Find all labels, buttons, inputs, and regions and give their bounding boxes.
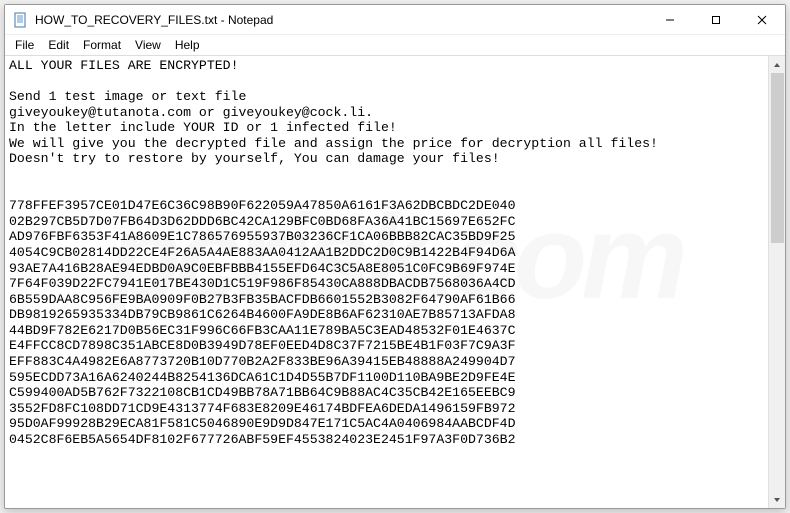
- menu-view[interactable]: View: [129, 37, 167, 53]
- menubar: File Edit Format View Help: [5, 35, 785, 55]
- scroll-up-button[interactable]: [769, 56, 785, 73]
- menu-edit[interactable]: Edit: [42, 37, 75, 53]
- window-controls: [647, 5, 785, 34]
- menu-format[interactable]: Format: [77, 37, 127, 53]
- scroll-thumb[interactable]: [771, 73, 784, 243]
- maximize-button[interactable]: [693, 5, 739, 34]
- text-content[interactable]: ALL YOUR FILES ARE ENCRYPTED! Send 1 tes…: [5, 56, 768, 508]
- vertical-scrollbar[interactable]: [768, 56, 785, 508]
- editor-area: ALL YOUR FILES ARE ENCRYPTED! Send 1 tes…: [5, 55, 785, 508]
- menu-help[interactable]: Help: [169, 37, 206, 53]
- scroll-down-button[interactable]: [769, 491, 785, 508]
- notepad-icon: [13, 12, 29, 28]
- titlebar: HOW_TO_RECOVERY_FILES.txt - Notepad: [5, 5, 785, 35]
- close-button[interactable]: [739, 5, 785, 34]
- menu-file[interactable]: File: [9, 37, 40, 53]
- minimize-button[interactable]: [647, 5, 693, 34]
- notepad-window: HOW_TO_RECOVERY_FILES.txt - Notepad File…: [4, 4, 786, 509]
- scroll-track[interactable]: [769, 73, 785, 491]
- window-title: HOW_TO_RECOVERY_FILES.txt - Notepad: [35, 13, 647, 27]
